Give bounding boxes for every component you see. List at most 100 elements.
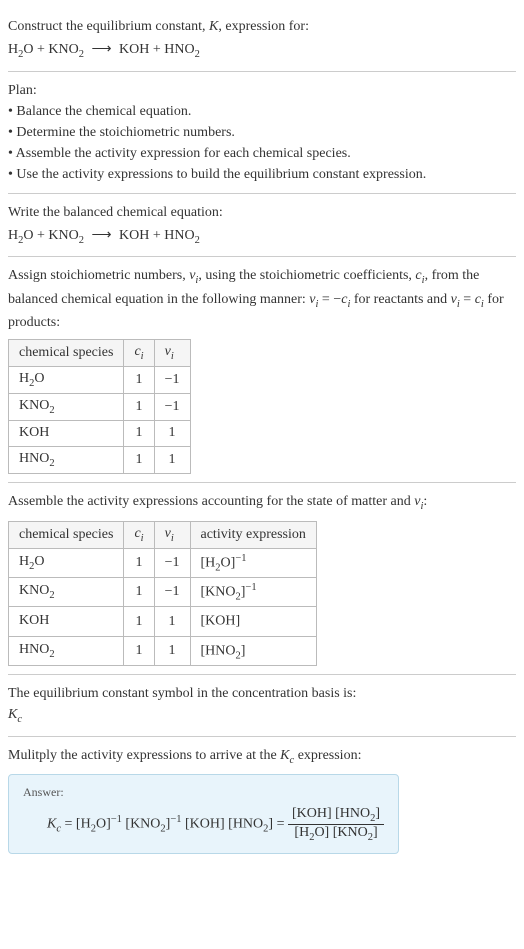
e-b: O] xyxy=(221,555,236,570)
cell-expr: [H2O]−1 xyxy=(190,548,316,577)
cell-c: 1 xyxy=(124,607,154,636)
a-t4a: [HNO xyxy=(228,817,263,832)
d2a: [KNO xyxy=(329,825,368,840)
plan-section: Plan: • Balance the chemical equation. •… xyxy=(8,72,516,194)
bal-arrow-icon: ⟶ xyxy=(87,228,115,243)
intro-line1: Construct the equilibrium constant, xyxy=(8,19,209,34)
n1: [KOH] [HNO xyxy=(292,806,370,821)
th-c: ci xyxy=(124,340,154,367)
eq-lhs2: O + KNO xyxy=(23,42,78,57)
e-a: [H xyxy=(201,555,216,570)
sp-a: HNO xyxy=(19,642,49,657)
a-t3: [KOH] xyxy=(185,817,225,832)
cell-c: 1 xyxy=(124,393,154,420)
sp-sub: 2 xyxy=(49,649,54,660)
plan-b3: • Assemble the activity expression for e… xyxy=(8,143,516,164)
cell-c: 1 xyxy=(124,548,154,577)
mult-t2: expression: xyxy=(294,748,361,763)
mult-K: K xyxy=(280,748,289,763)
ans-K: K xyxy=(47,817,56,832)
th-c-sub: i xyxy=(141,533,144,544)
eq-rhs1: KOH + HNO xyxy=(119,42,195,57)
cell-expr: [KOH] xyxy=(190,607,316,636)
sym-sub: c xyxy=(17,714,22,725)
bal-lhs2: O + KNO xyxy=(23,228,78,243)
answer-label: Answer: xyxy=(23,785,384,800)
th-nu: νi xyxy=(154,521,190,548)
intro-equation: H2O + KNO2 ⟶ KOH + HNO2 xyxy=(8,39,516,63)
sp-b: O xyxy=(34,371,44,386)
plan-b1: • Balance the chemical equation. xyxy=(8,101,516,122)
th-species: chemical species xyxy=(9,521,124,548)
intro-section: Construct the equilibrium constant, K, e… xyxy=(8,8,516,72)
cell-species: HNO2 xyxy=(9,447,124,474)
cell-species: KNO2 xyxy=(9,577,124,606)
cell-expr: [KNO2]−1 xyxy=(190,577,316,606)
st-t4: for reactants and xyxy=(350,292,450,307)
cell-nu: 1 xyxy=(154,636,190,665)
cell-c: 1 xyxy=(124,420,154,447)
cell-nu: −1 xyxy=(154,548,190,577)
e-sup: −1 xyxy=(245,582,256,593)
d2b: ] xyxy=(373,825,378,840)
stoich-table: chemical species ci νi H2O 1 −1 KNO2 1 −… xyxy=(8,339,191,474)
balanced-title: Write the balanced chemical equation: xyxy=(8,202,516,223)
symbol-expr: Kc xyxy=(8,704,516,728)
table-row: KNO2 1 −1 xyxy=(9,393,191,420)
arrow-icon: ⟶ xyxy=(87,42,115,57)
cell-species: KOH xyxy=(9,607,124,636)
cell-species: KOH xyxy=(9,420,124,447)
table-row: HNO2 1 1 xyxy=(9,447,191,474)
a-t1a: [H xyxy=(76,817,91,832)
cell-species: KNO2 xyxy=(9,393,124,420)
activity-section: Assemble the activity expressions accoun… xyxy=(8,483,516,675)
eq-sub2: 2 xyxy=(79,49,84,60)
table-row: H2O 1 −1 xyxy=(9,366,191,393)
answer-expression: Kc = [H2O]−1 [KNO2]−1 [KOH] [HNO2] = [KO… xyxy=(23,806,384,843)
sp-a: KOH xyxy=(19,425,49,440)
act-t2: : xyxy=(423,494,427,509)
table-row: HNO2 1 1 [HNO2] xyxy=(9,636,317,665)
activity-table: chemical species ci νi activity expressi… xyxy=(8,521,317,667)
st-t1: Assign stoichiometric numbers, xyxy=(8,268,189,283)
bal-rhs1: KOH + HNO xyxy=(119,228,195,243)
numerator: [KOH] [HNO2] xyxy=(288,806,384,825)
mult-t1: Mulitply the activity expressions to arr… xyxy=(8,748,280,763)
sp-a: H xyxy=(19,371,29,386)
a-t2a: [KNO xyxy=(125,817,160,832)
sp-a: H xyxy=(19,554,29,569)
table-header-row: chemical species ci νi xyxy=(9,340,191,367)
table-row: KOH 1 1 xyxy=(9,420,191,447)
cell-species: H2O xyxy=(9,366,124,393)
cell-nu: −1 xyxy=(154,393,190,420)
bal-h: H xyxy=(8,228,18,243)
act-t1: Assemble the activity expressions accoun… xyxy=(8,494,414,509)
cell-nu: −1 xyxy=(154,366,190,393)
activity-title: Assemble the activity expressions accoun… xyxy=(8,491,516,515)
sp-sub: 2 xyxy=(49,590,54,601)
cell-nu: 1 xyxy=(154,607,190,636)
denominator: [H2O] [KNO2] xyxy=(288,825,384,843)
eq-sub3: 2 xyxy=(195,49,200,60)
balanced-section: Write the balanced chemical equation: H2… xyxy=(8,194,516,258)
cell-c: 1 xyxy=(124,366,154,393)
cell-nu: 1 xyxy=(154,420,190,447)
cell-nu: 1 xyxy=(154,447,190,474)
table-row: KNO2 1 −1 [KNO2]−1 xyxy=(9,577,317,606)
e-a: [KNO xyxy=(201,585,236,600)
cell-nu: −1 xyxy=(154,577,190,606)
th-c: ci xyxy=(124,521,154,548)
plan-title: Plan: xyxy=(8,80,516,101)
answer-box: Answer: Kc = [H2O]−1 [KNO2]−1 [KOH] [HNO… xyxy=(8,774,399,854)
cell-expr: [HNO2] xyxy=(190,636,316,665)
plan-b4: • Use the activity expressions to build … xyxy=(8,164,516,185)
mult-text: Mulitply the activity expressions to arr… xyxy=(8,745,516,769)
st-t2: , using the stoichiometric coefficients, xyxy=(198,268,415,283)
n2: ] xyxy=(375,806,380,821)
intro-line1b: , expression for: xyxy=(218,19,309,34)
fraction: [KOH] [HNO2][H2O] [KNO2] xyxy=(288,806,384,843)
a-t1sup: −1 xyxy=(111,814,122,825)
e-a: [HNO xyxy=(201,644,236,659)
cell-c: 1 xyxy=(124,447,154,474)
stoich-section: Assign stoichiometric numbers, νi, using… xyxy=(8,257,516,483)
